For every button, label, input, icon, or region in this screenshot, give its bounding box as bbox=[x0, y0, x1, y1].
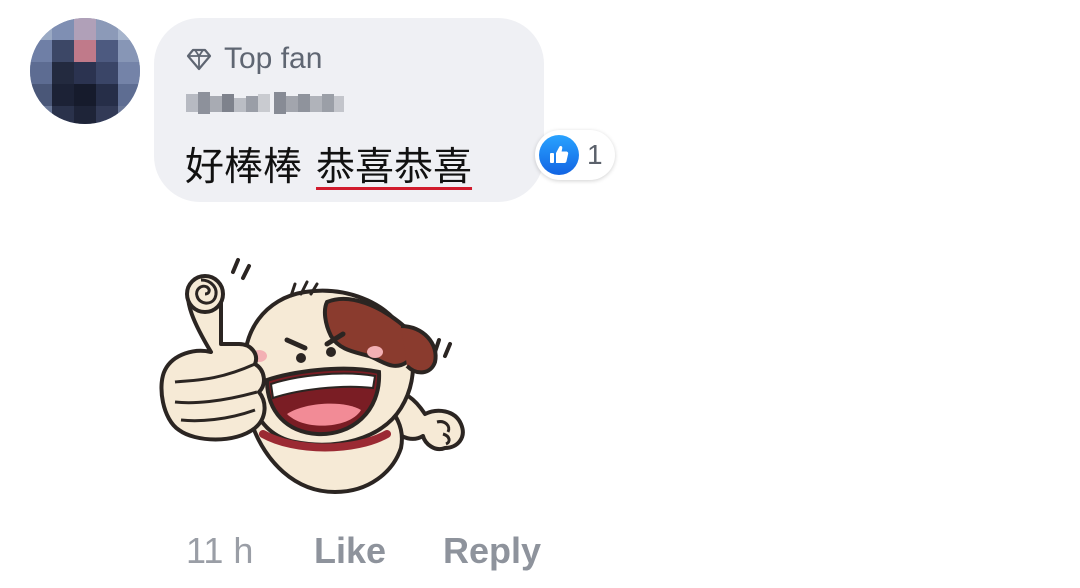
thumbs-up-icon bbox=[539, 135, 579, 175]
reply-button[interactable]: Reply bbox=[443, 530, 541, 572]
reaction-count-pill[interactable]: 1 bbox=[535, 130, 615, 180]
comment-text-underlined: 恭喜恭喜 bbox=[316, 145, 473, 190]
avatar[interactable] bbox=[30, 18, 140, 124]
comment-text-plain: 好棒棒 bbox=[185, 145, 303, 190]
badge-label: Top fan bbox=[224, 42, 323, 75]
author-name-blurred[interactable] bbox=[186, 90, 346, 116]
thumbs-up-dog-sticker[interactable] bbox=[155, 252, 475, 502]
reaction-count: 1 bbox=[587, 139, 603, 170]
comment-bubble[interactable]: Top fan 好棒棒 恭喜恭喜 bbox=[154, 18, 544, 202]
comment-text: 好棒棒 恭喜恭喜 bbox=[185, 136, 472, 192]
like-button[interactable]: Like bbox=[314, 530, 386, 572]
comment-thread: Top fan 好棒棒 恭喜恭喜 1 11 h Like Reply bbox=[0, 0, 1080, 588]
comment-timestamp[interactable]: 11 h bbox=[186, 530, 253, 571]
comment-actions: 11 h Like Reply bbox=[186, 530, 541, 572]
top-fan-badge: Top fan bbox=[186, 42, 322, 76]
diamond-icon bbox=[186, 48, 212, 71]
